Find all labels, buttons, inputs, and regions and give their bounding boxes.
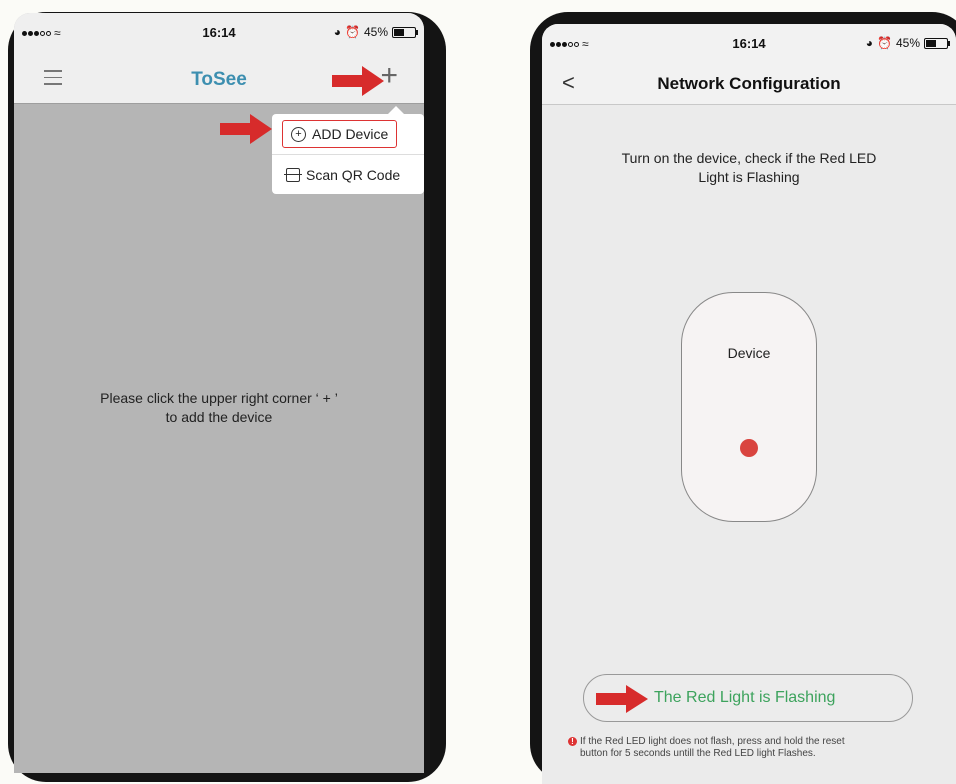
- hint-line-2: to add the device: [165, 409, 273, 425]
- red-led-icon: [740, 439, 758, 457]
- hint-line-1: Please click the upper right corner ‘ + …: [100, 390, 338, 406]
- network-config-screen: ≈ 16:14 ◕ ⏰ 45% < Network Configuration …: [542, 24, 956, 784]
- battery-icon: [392, 26, 418, 38]
- nav-bar: < Network Configuration: [542, 64, 956, 105]
- status-bar: ≈ 16:14 ◕ ⏰ 45%: [542, 24, 956, 64]
- page-title: Network Configuration: [657, 74, 841, 93]
- add-menu-dropdown: + ADD Device Scan QR Code: [272, 106, 424, 194]
- alarm-icon: ⏰: [345, 25, 360, 39]
- device-illustration: Device: [681, 292, 817, 522]
- annotation-arrow-icon: [220, 114, 272, 144]
- red-light-flashing-button[interactable]: The Red Light is Flashing: [583, 674, 913, 722]
- note-line-2: button for 5 seconds untill the Red LED …: [580, 748, 816, 759]
- orientation-lock-icon: ◕: [865, 36, 874, 50]
- battery-icon: [924, 37, 950, 49]
- circle-plus-icon: +: [291, 126, 306, 142]
- warning-icon: !: [568, 737, 577, 746]
- status-bar: ≈ 16:14 ◕ ⏰ 45%: [14, 13, 424, 53]
- reset-note: ! If the Red LED light does not flash, pr…: [568, 736, 936, 760]
- instruction-line-2: Light is Flashing: [698, 169, 800, 185]
- flash-button-label: The Red Light is Flashing: [654, 689, 836, 706]
- scan-icon: [284, 167, 302, 182]
- battery-percent: 45%: [895, 36, 920, 50]
- instruction-line-1: Turn on the device, check if the Red LED: [621, 150, 877, 166]
- battery-percent: 45%: [363, 25, 388, 39]
- add-device-label: ADD Device: [312, 126, 389, 142]
- annotation-arrow-icon: [332, 66, 384, 96]
- alarm-icon: ⏰: [877, 36, 892, 50]
- annotation-arrow-icon: [596, 685, 648, 713]
- device-label: Device: [727, 345, 771, 361]
- note-line-1: If the Red LED light does not flash, pre…: [580, 736, 845, 747]
- instruction-text: Turn on the device, check if the Red LED…: [582, 149, 916, 187]
- add-device-menu-item[interactable]: + ADD Device: [272, 114, 424, 154]
- home-screen: ≈ 16:14 ◕ ⏰ 45% ToSee + + ADD Device Sca…: [14, 13, 424, 773]
- empty-state-hint: Please click the upper right corner ‘ + …: [14, 389, 424, 427]
- scan-qr-label: Scan QR Code: [306, 166, 401, 183]
- orientation-lock-icon: ◕: [333, 25, 342, 39]
- scan-qr-menu-item[interactable]: Scan QR Code: [272, 154, 424, 194]
